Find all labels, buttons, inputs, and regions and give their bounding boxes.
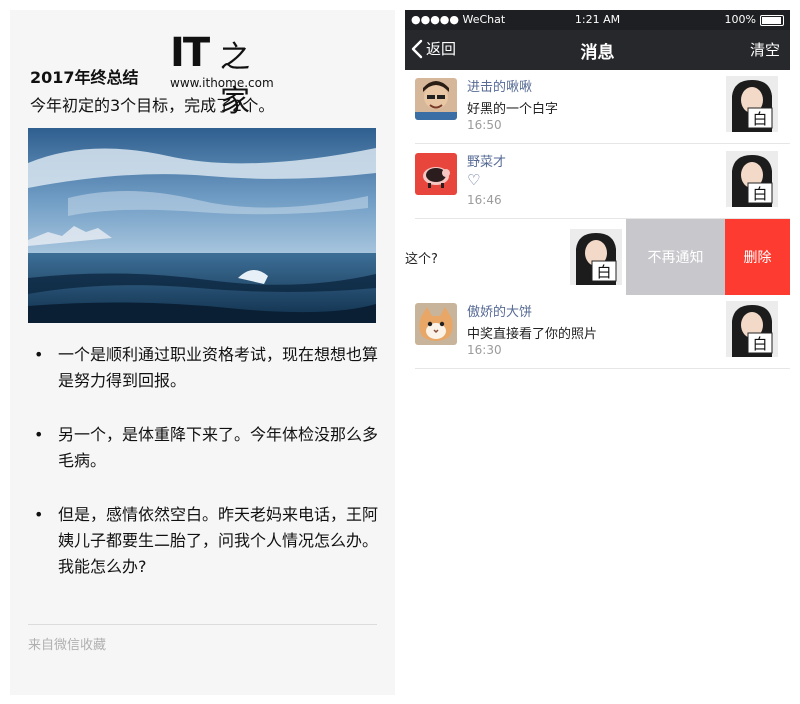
- clear-button[interactable]: 清空: [750, 39, 780, 60]
- goal-item: 另一个，是体重降下来了。今年体检没那么多毛病。: [30, 422, 380, 474]
- message-time: 16:50: [467, 118, 502, 132]
- contact-name[interactable]: 进击的啾啾: [467, 76, 532, 95]
- thumbnail-character: 白: [596, 263, 611, 281]
- photo-thumbnail[interactable]: 白: [726, 76, 778, 132]
- photo-thumbnail[interactable]: 白: [726, 151, 778, 207]
- photo-thumbnail[interactable]: 白: [726, 301, 778, 357]
- thumbnail-character: 白: [752, 335, 767, 353]
- message-time: 16:46: [467, 193, 502, 207]
- note-panel: IT 之家 www.ithome.com 2017年终总结 今年初定的3个目标，…: [10, 10, 395, 695]
- thumbnail-character: 白: [752, 185, 767, 203]
- note-subtitle: 今年初定的3个目标，完成了2个。: [30, 96, 275, 115]
- page-title: 消息: [580, 43, 615, 63]
- row-divider: [415, 143, 790, 144]
- note-title: 2017年终总结: [30, 68, 139, 87]
- divider: [28, 624, 377, 625]
- avatar[interactable]: [415, 303, 457, 345]
- status-bar: ●●●●● WeChat 1:21 AM 100%: [405, 10, 790, 30]
- message-text: 好黑的一个白字: [467, 102, 559, 117]
- goal-item: 一个是顺利通过职业资格考试，现在想想也算是努力得到回报。: [30, 342, 380, 394]
- message-text: 这个?: [405, 252, 438, 267]
- source-label: 来自微信收藏: [28, 638, 107, 653]
- message-row[interactable]: 进击的啾啾 好黑的一个白字 16:50 白: [405, 70, 790, 144]
- message-text: 中奖直接看了你的照片: [467, 327, 598, 342]
- thumbnail-character: 白: [752, 110, 767, 128]
- message-row[interactable]: 野菜才 ♡ 16:46 白: [405, 145, 790, 219]
- message-time: 16:30: [467, 343, 502, 357]
- battery-icon: [760, 15, 784, 26]
- mute-button[interactable]: 不再通知: [626, 219, 725, 295]
- contact-name[interactable]: 野菜才: [467, 151, 506, 170]
- logo-url: www.ithome.com: [170, 76, 274, 90]
- wechat-screen: ●●●●● WeChat 1:21 AM 100% 返回 消息 清空 进击的啾啾…: [405, 10, 790, 695]
- delete-button[interactable]: 删除: [725, 219, 790, 295]
- like-heart-icon: ♡: [467, 171, 481, 189]
- nav-bar: 返回 消息 清空: [405, 30, 790, 70]
- photo-thumbnail[interactable]: 白: [570, 229, 622, 285]
- sea-photo: [28, 128, 376, 323]
- goal-list: 一个是顺利通过职业资格考试，现在想想也算是努力得到回报。 另一个，是体重降下来了…: [30, 342, 380, 608]
- goal-item: 但是，感情依然空白。昨天老妈来电话，王阿姨儿子都要生二胎了，问我个人情况怎么办。…: [30, 502, 380, 580]
- avatar[interactable]: [415, 153, 457, 195]
- battery-percent: 100%: [724, 13, 756, 26]
- logo-it-mark: IT: [170, 30, 210, 76]
- row-divider: [415, 368, 790, 369]
- avatar[interactable]: [415, 78, 457, 120]
- contact-name[interactable]: 傲娇的大饼: [467, 301, 532, 320]
- message-row-swiped[interactable]: 这个? 白 不再通知 删除: [405, 219, 790, 295]
- ithome-logo: IT 之家 www.ithome.com: [170, 30, 274, 119]
- message-row[interactable]: 傲娇的大饼 中奖直接看了你的照片 16:30 白: [405, 295, 790, 369]
